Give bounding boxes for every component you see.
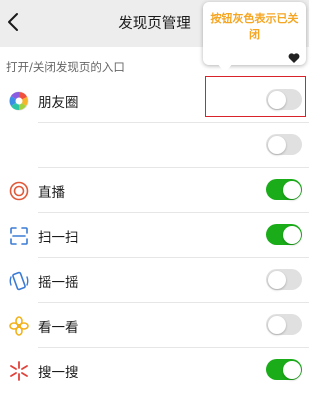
highlight-box <box>205 76 306 117</box>
hidden-entry-toggle[interactable] <box>266 134 302 155</box>
row-label: 搜一搜 <box>38 365 79 381</box>
top-stories-toggle[interactable] <box>266 314 302 335</box>
row-live: 直播 <box>0 168 309 213</box>
row-search: 搜一搜 <box>0 348 309 393</box>
row-scan: 扫一扫 <box>0 213 309 258</box>
toggle-knob <box>282 360 301 379</box>
search-icon <box>8 360 30 382</box>
heart-icon <box>288 49 300 63</box>
row-hidden-entry <box>0 123 309 168</box>
toggle-knob <box>282 225 301 244</box>
scan-icon <box>8 225 30 247</box>
row-label: 扫一扫 <box>38 230 79 246</box>
shake-toggle[interactable] <box>266 269 302 290</box>
toggle-knob <box>267 315 286 334</box>
callout-text: 按钮灰色表示已关闭 <box>210 12 299 41</box>
live-toggle[interactable] <box>266 179 302 200</box>
entry-list: 朋友圈 直播 扫一扫 摇一摇 看一看 搜一搜 <box>0 78 309 389</box>
row-top-stories: 看一看 <box>0 303 309 348</box>
toggle-knob <box>267 270 286 289</box>
scan-toggle[interactable] <box>266 224 302 245</box>
moments-icon <box>8 90 30 112</box>
toggle-knob <box>267 135 286 154</box>
top-stories-icon <box>8 315 30 337</box>
toggle-knob <box>282 180 301 199</box>
row-label: 直播 <box>38 185 65 201</box>
annotation-callout: 按钮灰色表示已关闭 <box>203 2 306 73</box>
live-icon <box>8 180 30 202</box>
shake-icon <box>8 270 30 292</box>
row-label: 摇一摇 <box>38 275 79 291</box>
row-label: 朋友圈 <box>38 95 79 111</box>
row-label: 看一看 <box>38 320 79 336</box>
callout-pointer <box>217 63 233 73</box>
search-toggle[interactable] <box>266 359 302 380</box>
row-shake: 摇一摇 <box>0 258 309 303</box>
section-label: 打开/关闭发现页的入口 <box>6 60 125 74</box>
